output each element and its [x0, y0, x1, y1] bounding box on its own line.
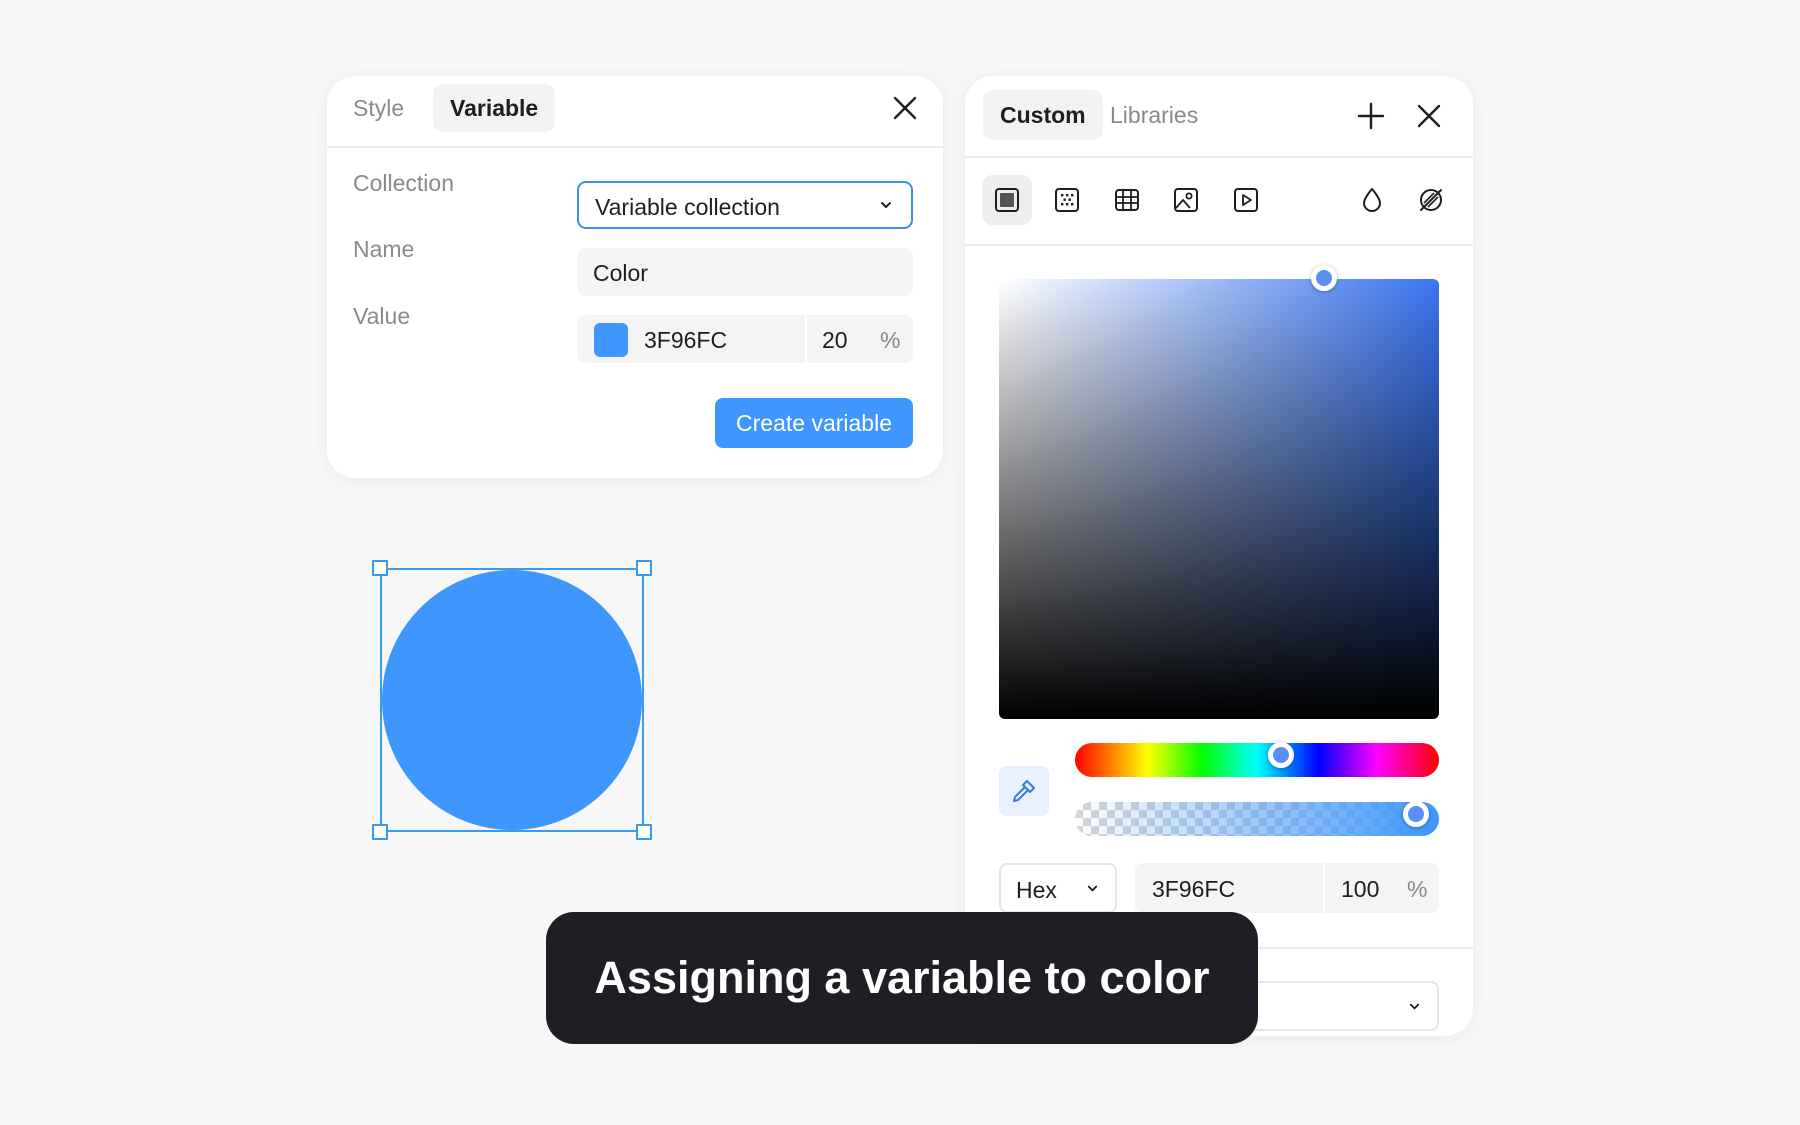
hide-fill-icon [1420, 189, 1442, 211]
solid-fill-icon [995, 188, 1019, 212]
color-field-handle[interactable] [1311, 265, 1337, 292]
color-picker-header: Custom Libraries [965, 76, 1473, 158]
name-value: Color [593, 260, 648, 286]
name-label: Name [353, 236, 415, 262]
color-format-value: Hex [1016, 877, 1057, 903]
hex-value-field: 3F96FC 100 % [1135, 863, 1439, 913]
hex-input[interactable]: 3F96FC [1152, 876, 1235, 903]
solid-fill-button[interactable] [982, 175, 1032, 225]
gradient-fill-button[interactable] [1042, 175, 1092, 225]
hide-fill-button[interactable] [1406, 175, 1456, 225]
image-fill-icon [1174, 188, 1198, 212]
hue-slider-handle[interactable] [1268, 742, 1295, 768]
ellipse-shape[interactable] [382, 570, 642, 830]
chevron-down-icon [1087, 885, 1098, 892]
pattern-fill-icon [1115, 189, 1139, 211]
close-icon[interactable] [1417, 104, 1441, 128]
resize-handle-top-right[interactable] [636, 560, 652, 576]
divider [805, 315, 807, 363]
percent-sign: % [1407, 876, 1428, 902]
plus-icon[interactable] [1357, 102, 1385, 130]
opacity-slider[interactable] [1075, 802, 1439, 836]
video-fill-button[interactable] [1221, 175, 1271, 225]
blend-mode-button[interactable] [1347, 175, 1397, 225]
caption-banner: Assigning a variable to color [546, 912, 1258, 1044]
collection-value: Variable collection [595, 194, 780, 220]
blend-mode-icon [1363, 188, 1381, 212]
opacity-slider-handle[interactable] [1403, 802, 1429, 827]
tab-style[interactable]: Style [336, 84, 421, 132]
eyedropper-icon [1013, 780, 1035, 802]
gradient-fill-icon [1055, 188, 1079, 212]
pattern-fill-button[interactable] [1102, 175, 1152, 225]
resize-handle-bottom-left[interactable] [372, 824, 388, 840]
collection-dropdown[interactable]: Variable collection [577, 181, 913, 229]
hue-slider[interactable] [1075, 742, 1439, 777]
resize-handle-bottom-right[interactable] [636, 824, 652, 840]
divider [1323, 863, 1325, 913]
value-opacity-input[interactable]: 20 [822, 327, 848, 354]
eyedropper-button[interactable] [999, 766, 1049, 816]
create-variable-panel: Style Variable Collection Variable colle… [327, 76, 943, 478]
fill-type-toolbar [965, 158, 1473, 246]
close-icon[interactable] [891, 94, 919, 122]
color-swatch[interactable] [594, 323, 628, 357]
resize-handle-top-left[interactable] [372, 560, 388, 576]
create-variable-button[interactable]: Create variable [715, 398, 913, 448]
variable-panel-header: Style Variable [327, 76, 943, 148]
color-format-dropdown[interactable]: Hex [999, 863, 1117, 913]
chevron-down-icon [881, 202, 891, 208]
value-field: 3F96FC 20 % [577, 315, 913, 363]
collection-label: Collection [353, 170, 454, 196]
percent-sign: % [880, 327, 901, 353]
value-hex-input[interactable]: 3F96FC [644, 327, 727, 354]
color-picker-panel: Custom Libraries Hex 3F96FC 100 % [965, 76, 1473, 1036]
video-fill-icon [1234, 188, 1258, 212]
tab-variable[interactable]: Variable [433, 84, 556, 132]
tab-libraries[interactable]: Libraries [1093, 90, 1215, 140]
image-fill-button[interactable] [1161, 175, 1211, 225]
chevron-down-icon [1409, 1003, 1420, 1010]
selection-box[interactable] [372, 560, 652, 840]
saturation-brightness-field[interactable] [999, 265, 1439, 719]
tab-custom[interactable]: Custom [983, 90, 1103, 140]
opacity-input[interactable]: 100 [1341, 876, 1379, 903]
value-label: Value [353, 303, 411, 329]
name-input[interactable]: Color [577, 248, 913, 296]
